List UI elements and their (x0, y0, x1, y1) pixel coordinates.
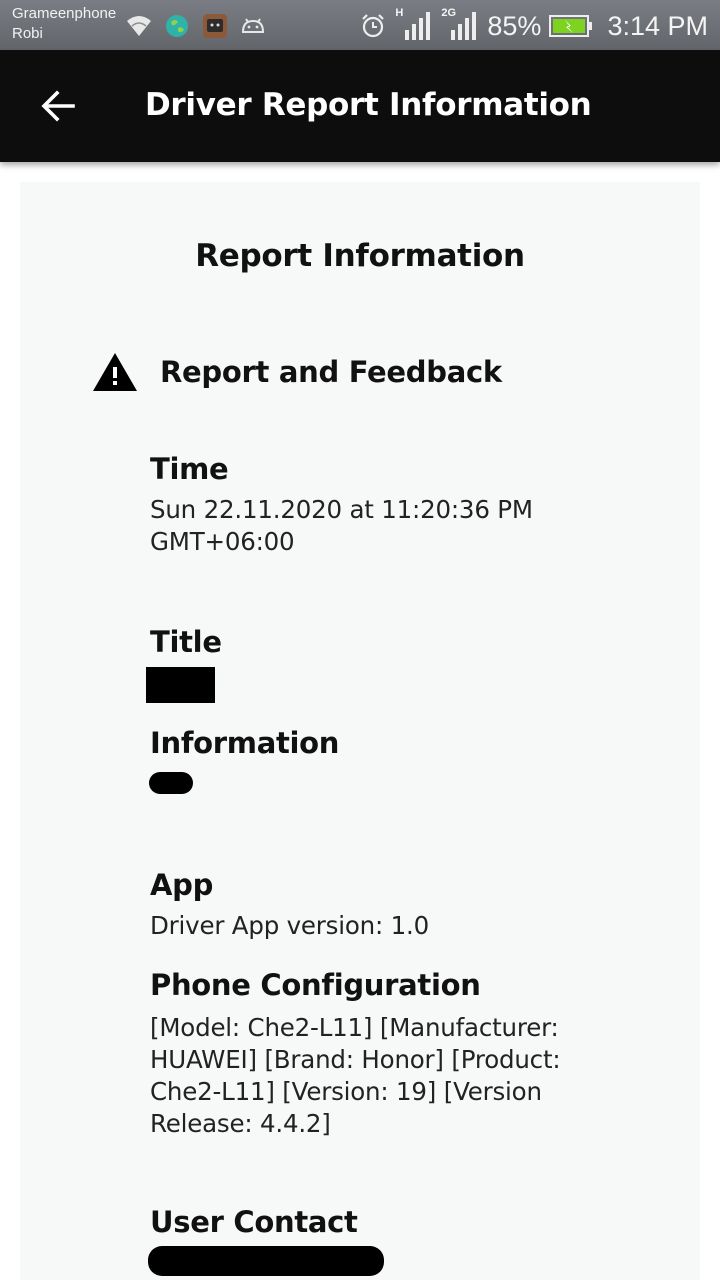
system-indicators: H 2G 85% 3:14 PM (359, 7, 708, 44)
title-value-redacted (146, 667, 215, 703)
app-bar: Driver Report Information (0, 50, 720, 162)
section-title: Report and Feedback (160, 355, 502, 389)
back-button[interactable] (30, 78, 86, 134)
status-bar: Grameenphone Robi H 2G 85% 3:14 PM (0, 0, 720, 50)
app-notification-icon (203, 14, 227, 38)
signal-icon (451, 12, 477, 40)
wifi-icon (127, 16, 151, 36)
section-header: Report and Feedback (92, 352, 502, 392)
battery-charging-icon (549, 15, 593, 37)
clock: 3:14 PM (607, 10, 708, 41)
user-contact-label: User Contact (150, 1205, 358, 1239)
time-label: Time (150, 452, 229, 486)
report-card: Report Information Report and Feedback T… (20, 182, 700, 1280)
user-contact-redacted (148, 1246, 384, 1276)
time-value: Sun 22.11.2020 at 11:20:36 PM GMT+06:00 (150, 495, 533, 556)
page-title: Driver Report Information (145, 87, 592, 123)
phone-config-label: Phone Configuration (150, 968, 481, 1002)
warning-icon (93, 353, 137, 391)
notification-icons (125, 12, 267, 40)
report-heading: Report Information (195, 238, 525, 274)
arrow-left-icon (41, 90, 75, 122)
title-label: Title (150, 625, 222, 659)
app-label: App (150, 868, 214, 902)
information-value-redacted (149, 772, 193, 794)
network-signal-2: 2G (441, 7, 479, 42)
information-label: Information (150, 726, 340, 760)
alarm-icon (362, 14, 385, 38)
battery-percentage: 85% (487, 10, 542, 41)
app-version: Driver App version: 1.0 (150, 911, 429, 940)
carrier-secondary: Robi (12, 25, 43, 42)
android-icon (241, 18, 265, 33)
signal-icon (405, 12, 431, 40)
carrier-primary: Grameenphone (12, 5, 117, 22)
carrier-info: Grameenphone Robi (12, 4, 116, 44)
globe-icon (166, 15, 188, 37)
phone-config-value: [Model: Che2-L11] [Manufacturer: HUAWEI]… (150, 1013, 561, 1138)
network-signal-1: H (395, 7, 433, 42)
